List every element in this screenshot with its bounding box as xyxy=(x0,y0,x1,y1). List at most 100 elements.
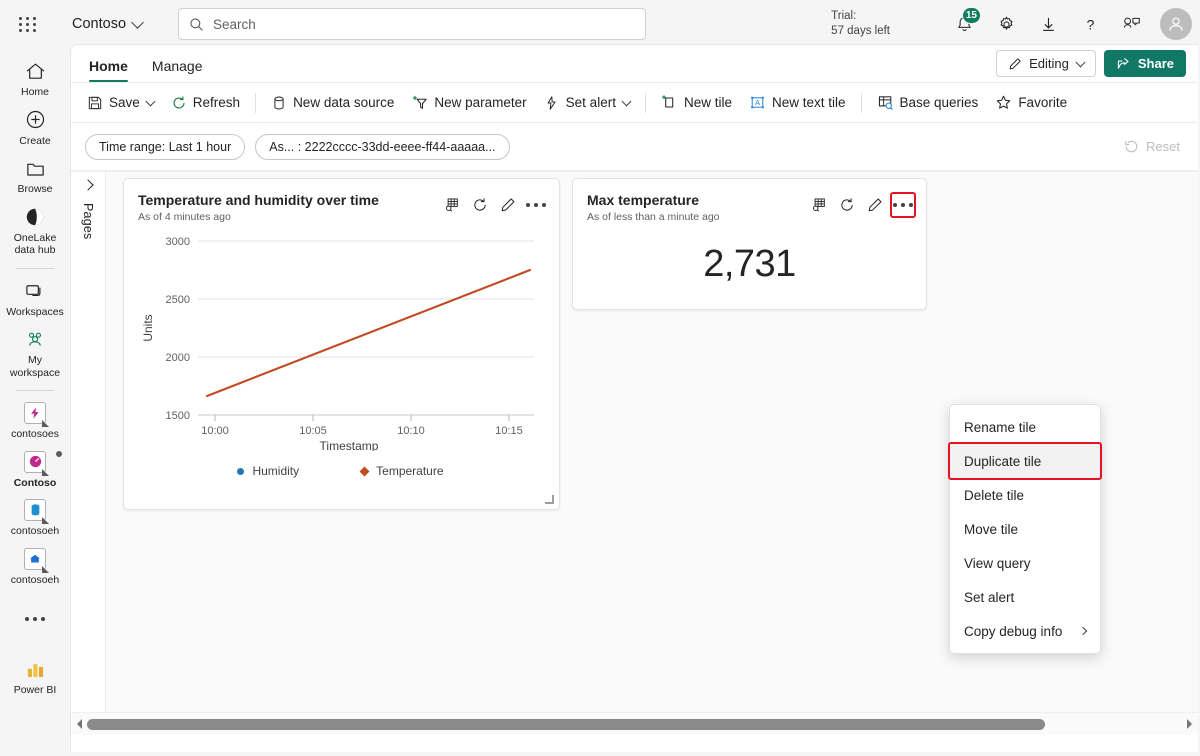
tile-max-temperature[interactable]: Max temperature As of less than a minute… xyxy=(572,178,927,310)
favorite-button[interactable]: Favorite xyxy=(987,88,1075,118)
more-options-icon[interactable] xyxy=(523,192,549,218)
new-data-source-button[interactable]: New data source xyxy=(263,88,402,118)
temperature-marker-icon xyxy=(359,466,370,476)
tile-actions xyxy=(439,191,549,218)
menu-item-rename-tile[interactable]: Rename tile xyxy=(950,410,1100,444)
svg-text:?: ? xyxy=(1086,17,1094,33)
download-icon[interactable] xyxy=(1028,4,1068,44)
tile-resize-handle[interactable] xyxy=(545,495,554,504)
onelake-icon xyxy=(24,205,46,229)
refresh-button[interactable]: Refresh xyxy=(163,88,248,118)
menu-item-delete-tile[interactable]: Delete tile xyxy=(950,478,1100,512)
sidebar-item-contosoeh-evh[interactable]: contosoeh xyxy=(2,542,68,591)
base-queries-label: Base queries xyxy=(899,95,979,110)
set-alert-button[interactable]: Set alert xyxy=(536,88,638,118)
chart-legend: Humidity Temperature xyxy=(130,464,551,478)
scrollbar-thumb[interactable] xyxy=(87,718,1046,730)
legend-item-temperature[interactable]: Temperature xyxy=(359,464,444,478)
tab-manage[interactable]: Manage xyxy=(142,57,213,82)
brand-menu[interactable]: Contoso xyxy=(64,11,150,37)
chart-area: 3000 2500 2000 1500 10:00 10:05 10:10 10… xyxy=(124,223,559,478)
alert-bolt-icon xyxy=(547,95,556,110)
more-options-icon[interactable] xyxy=(890,192,916,218)
sidebar-item-label: Workspaces xyxy=(6,305,64,318)
menu-item-duplicate-tile[interactable]: Duplicate tile xyxy=(948,442,1102,480)
app-launcher-icon[interactable] xyxy=(8,4,48,44)
tile-title: Max temperature xyxy=(587,192,700,208)
new-parameter-label: New parameter xyxy=(434,95,527,110)
help-question-icon[interactable]: ? xyxy=(1070,4,1110,44)
line-chart[interactable]: 3000 2500 2000 1500 10:00 10:05 10:10 10… xyxy=(130,229,550,453)
menu-item-view-query[interactable]: View query xyxy=(950,546,1100,580)
reset-filters-button[interactable]: Reset xyxy=(1124,139,1184,154)
sidebar-item-contosoes[interactable]: contosoes xyxy=(2,396,68,445)
share-button[interactable]: Share xyxy=(1103,50,1186,77)
sidebar-item-browse[interactable]: Browse xyxy=(2,151,68,200)
share-icon xyxy=(1117,58,1129,69)
search-input[interactable]: Search xyxy=(178,8,646,40)
base-queries-button[interactable]: Base queries xyxy=(869,88,987,118)
explore-data-icon[interactable] xyxy=(806,192,832,218)
tile-temperature-humidity[interactable]: Temperature and humidity over time As of… xyxy=(123,178,560,510)
settings-gear-icon[interactable] xyxy=(986,4,1026,44)
brand-label: Contoso xyxy=(72,16,127,32)
trial-status: Trial: 57 days left xyxy=(831,9,890,38)
sidebar-item-onelake-data-hub[interactable]: OneLake data hub xyxy=(2,200,68,261)
refresh-icon[interactable] xyxy=(834,192,860,218)
sidebar-item-workspaces[interactable]: Workspaces xyxy=(2,274,68,323)
refresh-label: Refresh xyxy=(192,95,241,110)
notification-bell-icon[interactable]: 15 xyxy=(944,4,984,44)
chevron-down-icon xyxy=(131,15,144,29)
svg-text:Timestamp: Timestamp xyxy=(320,439,379,451)
new-tile-button[interactable]: New tile xyxy=(653,88,740,118)
editing-mode-button[interactable]: Editing xyxy=(996,50,1096,77)
sidebar-item-create[interactable]: Create xyxy=(2,103,68,152)
sidebar-item-contoso[interactable]: Contoso xyxy=(2,445,68,494)
tab-home[interactable]: Home xyxy=(79,57,138,82)
legend-item-humidity[interactable]: Humidity xyxy=(237,464,299,478)
feedback-icon[interactable] xyxy=(1112,4,1152,44)
time-range-pill[interactable]: Time range: Last 1 hour xyxy=(85,133,246,160)
edit-pencil-icon[interactable] xyxy=(862,192,888,218)
my-workspace-icon xyxy=(24,327,46,351)
scroll-right-arrow-icon[interactable] xyxy=(1182,719,1196,729)
explore-data-icon[interactable] xyxy=(439,192,465,218)
tile-title-group: Temperature and humidity over time As of… xyxy=(138,191,379,223)
scrollbar-track[interactable] xyxy=(87,716,1182,732)
pages-panel-toggle[interactable]: Pages xyxy=(71,172,106,713)
sidebar-more-options[interactable] xyxy=(2,602,68,638)
menu-item-set-alert[interactable]: Set alert xyxy=(950,580,1100,614)
database-icon xyxy=(24,498,49,524)
new-parameter-icon xyxy=(413,95,428,109)
svg-text:2000: 2000 xyxy=(166,352,190,364)
command-divider xyxy=(860,92,862,113)
favorite-label: Favorite xyxy=(1018,95,1068,110)
sidebar-item-label: contosoes xyxy=(11,428,59,440)
eventhouse-icon xyxy=(24,547,49,573)
filter-bar: Time range: Last 1 hour As... : 2222cccc… xyxy=(71,123,1198,171)
sidebar-item-my-workspace[interactable]: My workspace xyxy=(2,322,68,383)
account-avatar[interactable] xyxy=(1160,8,1192,40)
new-text-tile-button[interactable]: A New text tile xyxy=(741,88,854,118)
svg-text:A: A xyxy=(755,98,761,107)
parameter-pill[interactable]: As... : 2222cccc-33dd-eeee-ff44-aaaaa... xyxy=(255,133,510,160)
tile-header: Temperature and humidity over time As of… xyxy=(124,179,559,223)
ribbon-right-actions: Editing Share xyxy=(996,50,1198,82)
search-placeholder: Search xyxy=(213,16,256,32)
workspaces-icon xyxy=(24,279,46,303)
sidebar-item-contosoeh-db[interactable]: contosoeh xyxy=(2,493,68,542)
horizontal-scrollbar[interactable] xyxy=(71,712,1198,735)
sidebar-footer-label: Power BI xyxy=(13,684,57,696)
sidebar-item-home[interactable]: Home xyxy=(2,54,68,103)
scroll-left-arrow-icon[interactable] xyxy=(73,719,87,729)
new-parameter-button[interactable]: New parameter xyxy=(403,88,534,118)
shortcut-arrow-icon xyxy=(42,565,49,573)
sidebar-item-power-bi[interactable]: Power BI xyxy=(2,652,68,701)
save-button[interactable]: Save xyxy=(79,88,162,118)
sidebar-item-label: Create xyxy=(19,134,51,147)
menu-item-copy-debug-info[interactable]: Copy debug info xyxy=(950,614,1100,648)
menu-item-move-tile[interactable]: Move tile xyxy=(950,512,1100,546)
edit-pencil-icon[interactable] xyxy=(495,192,521,218)
refresh-icon[interactable] xyxy=(467,192,493,218)
command-bar: Save Refresh New data source New paramet… xyxy=(71,83,1198,123)
